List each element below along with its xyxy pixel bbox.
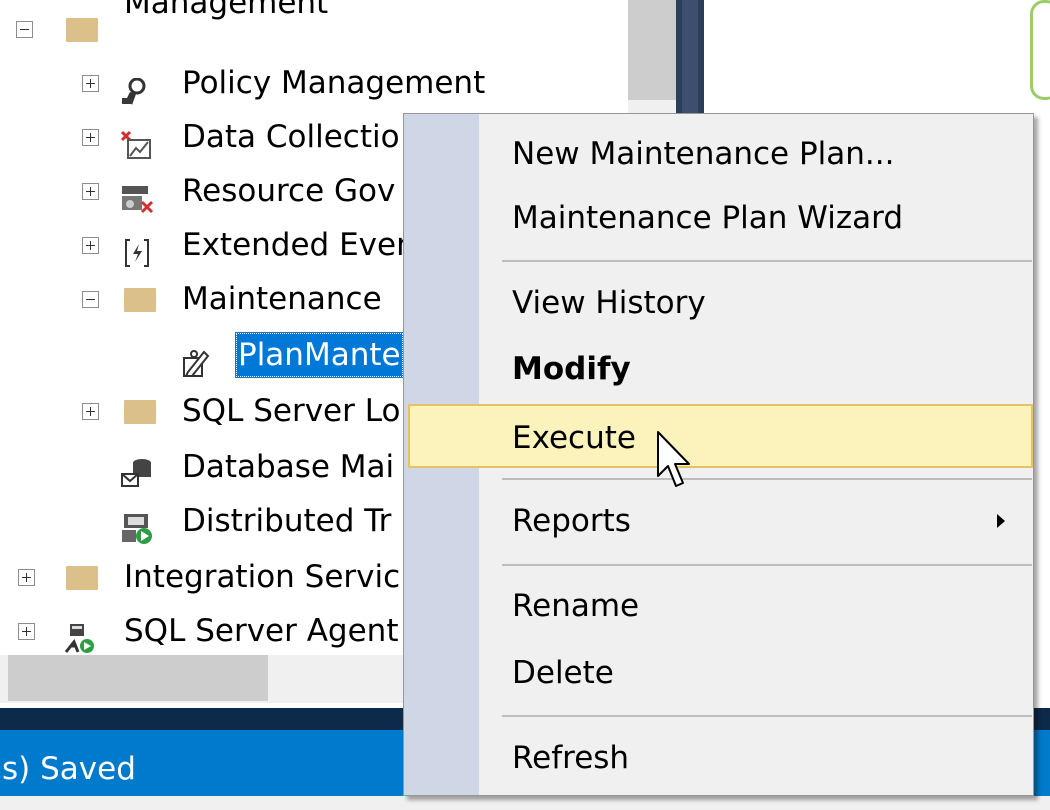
status-bar-bottom-edge <box>0 796 1050 810</box>
menu-separator <box>502 478 1032 480</box>
menu-item-label: Execute <box>512 420 636 456</box>
tree-item-label: SQL Server Agent <box>124 613 399 649</box>
data-collection-icon <box>120 123 151 159</box>
menu-separator <box>502 564 1032 566</box>
menu-item-label: View History <box>512 285 706 321</box>
tree-item-label: PlanMante <box>235 332 404 378</box>
menu-item-delete[interactable]: Delete <box>404 641 1033 705</box>
tree-item-label: Management <box>124 0 329 21</box>
extended-events-icon <box>124 231 154 267</box>
maintenance-plan-icon <box>180 341 210 377</box>
folder-icon <box>66 566 98 590</box>
expand-expander-icon[interactable] <box>82 183 99 200</box>
folder-icon <box>124 400 156 424</box>
menu-item-execute[interactable]: Execute <box>408 404 1033 468</box>
expand-expander-icon[interactable] <box>82 237 99 254</box>
tree-item-label: Policy Management <box>182 65 486 101</box>
menu-item-refresh[interactable]: Refresh <box>404 726 1033 790</box>
expand-expander-icon[interactable] <box>82 75 99 92</box>
menu-item-label: Modify <box>512 351 631 387</box>
status-text: s) Saved <box>2 751 136 787</box>
tree-item-label: Integration Servic <box>124 559 401 595</box>
expand-expander-icon[interactable] <box>82 129 99 146</box>
tree-item-label: Maintenance <box>182 281 382 317</box>
sql-agent-icon <box>62 617 94 653</box>
horizontal-scrollbar-thumb[interactable] <box>8 655 268 701</box>
tree-item-label: Database Mai <box>182 449 395 485</box>
menu-separator <box>502 715 1032 717</box>
menu-item-label: Refresh <box>512 740 630 776</box>
expand-expander-icon[interactable] <box>18 623 35 640</box>
menu-item-label: Maintenance Plan Wizard <box>512 200 904 236</box>
menu-item-label: Reports <box>512 503 631 539</box>
mouse-pointer-icon <box>657 431 690 487</box>
menu-item-label: Delete <box>512 655 614 691</box>
tree-item-policy-management[interactable]: Policy Management <box>0 56 628 110</box>
tree-item-label: Data Collectio <box>182 119 400 155</box>
collapse-expander-icon[interactable] <box>16 21 33 38</box>
vertical-scrollbar-thumb[interactable] <box>628 0 676 100</box>
tree-item-label: Resource Gov <box>182 173 396 209</box>
expand-expander-icon[interactable] <box>18 569 35 586</box>
menu-item-view-history[interactable]: View History <box>404 271 1033 335</box>
menu-item-rename[interactable]: Rename <box>404 574 1033 638</box>
tree-item-label: Extended Ever <box>182 227 409 263</box>
menu-item-label: New Maintenance Plan... <box>512 136 895 172</box>
menu-item-new-maintenance-plan[interactable]: New Maintenance Plan... <box>404 122 1033 186</box>
document-frame-edge <box>1030 0 1050 100</box>
folder-icon <box>66 18 98 42</box>
tree-item-label: SQL Server Lo <box>182 393 401 429</box>
database-mail-icon <box>120 453 151 487</box>
resource-governor-icon <box>120 177 154 214</box>
menu-item-reports[interactable]: Reports <box>404 489 1033 553</box>
tree-item-label: Distributed Tr <box>182 503 392 539</box>
distributed-transaction-icon <box>120 507 152 544</box>
menu-item-label: Rename <box>512 588 640 624</box>
context-menu: New Maintenance Plan... Maintenance Plan… <box>403 113 1034 796</box>
tree-item-management[interactable]: Management <box>0 0 628 56</box>
menu-item-maintenance-plan-wizard[interactable]: Maintenance Plan Wizard <box>404 186 1033 250</box>
expand-expander-icon[interactable] <box>82 403 99 420</box>
menu-separator <box>502 260 1032 262</box>
policy-icon <box>120 69 150 105</box>
submenu-arrow-icon <box>997 514 1005 528</box>
folder-icon <box>124 288 156 312</box>
collapse-expander-icon[interactable] <box>82 291 99 308</box>
menu-item-modify[interactable]: Modify <box>404 337 1033 401</box>
